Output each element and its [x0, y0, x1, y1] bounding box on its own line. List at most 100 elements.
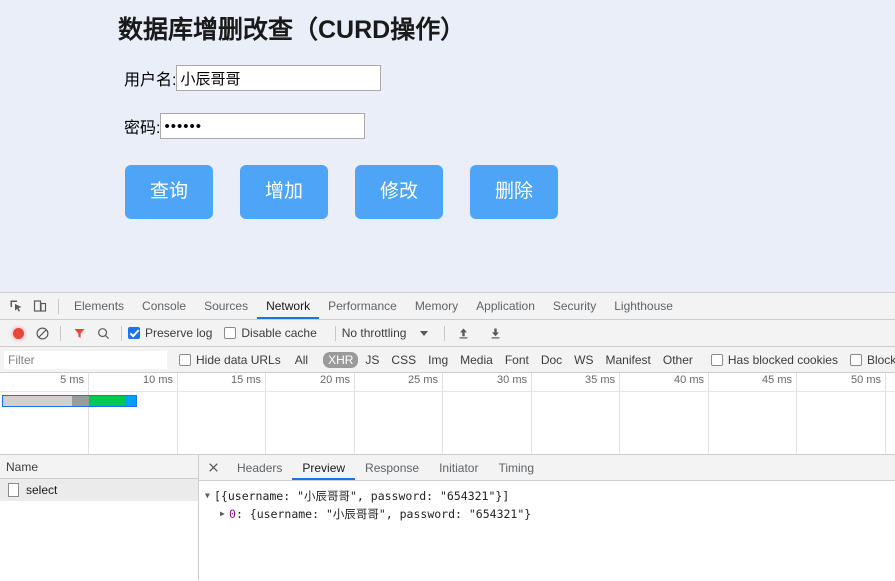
type-filter-xhr[interactable]: XHR [323, 351, 359, 368]
hide-data-urls-checkbox[interactable]: Hide data URLs [179, 353, 281, 367]
tab-network[interactable]: Network [257, 293, 320, 319]
password-label: 密码: [124, 120, 161, 137]
detail-tab-response[interactable]: Response [355, 455, 429, 480]
timeline-header-divider [0, 391, 895, 392]
tab-sources[interactable]: Sources [195, 293, 257, 319]
inspect-element-icon[interactable] [4, 294, 28, 318]
has-blocked-cookies-checkbox[interactable]: Has blocked cookies [710, 352, 838, 367]
devtools-tabbar: Elements Console Sources Network Perform… [0, 293, 895, 320]
tab-performance[interactable]: Performance [319, 293, 406, 319]
tab-console[interactable]: Console [133, 293, 195, 319]
tab-memory[interactable]: Memory [406, 293, 467, 319]
hide-data-urls-checkbox-box [179, 353, 191, 366]
preserve-log-checkbox-box [128, 327, 140, 339]
controls-divider-3 [334, 325, 336, 341]
tab-lighthouse[interactable]: Lighthouse [605, 293, 682, 319]
network-filter-bar: Hide data URLs All XHR JS CSS Img Media … [0, 347, 895, 373]
modify-button[interactable]: 修改 [355, 165, 443, 219]
timeline-tick-label: 30 ms [497, 374, 527, 386]
query-button[interactable]: 查询 [125, 165, 213, 219]
detail-tab-initiator[interactable]: Initiator [429, 455, 488, 480]
preview-line-root[interactable]: ▼ [{username: "小辰哥哥", password: "654321"… [205, 487, 895, 505]
type-filter-js[interactable]: JS [360, 352, 384, 368]
action-button-row: 查询 增加 修改 删除 [0, 165, 895, 219]
devtools-panel: Elements Console Sources Network Perform… [0, 292, 895, 581]
password-input[interactable] [160, 113, 366, 139]
request-list-header[interactable]: Name [0, 455, 198, 479]
preview-content: ▼ [{username: "小辰哥哥", password: "654321"… [199, 481, 895, 523]
toolbar-divider [58, 298, 59, 314]
hide-data-urls-label: Hide data URLs [196, 352, 281, 367]
controls-divider-4 [444, 325, 446, 341]
network-timeline-overview[interactable]: 5 ms 10 ms 15 ms 20 ms 25 ms 30 ms 35 ms… [0, 373, 895, 455]
add-button[interactable]: 增加 [240, 165, 328, 219]
type-filter-manifest[interactable]: Manifest [601, 352, 656, 368]
request-row-select[interactable]: select [0, 479, 198, 501]
type-filter-font[interactable]: Font [500, 352, 534, 368]
import-har-icon[interactable] [451, 321, 475, 345]
timeline-tick-label: 20 ms [320, 374, 350, 386]
type-filter-css[interactable]: CSS [386, 352, 421, 368]
detail-tabbar: Headers Preview Response Initiator Timin… [199, 455, 895, 481]
detail-tab-preview[interactable]: Preview [292, 455, 356, 480]
type-filter-all[interactable]: All [290, 352, 313, 368]
preserve-log-checkbox[interactable]: Preserve log [128, 326, 212, 340]
network-split-pane: Name select Headers Preview Response Ini… [0, 455, 895, 580]
has-blocked-cookies-checkbox-box [710, 353, 723, 366]
delete-button[interactable]: 删除 [470, 165, 558, 219]
detail-tab-headers[interactable]: Headers [227, 455, 292, 480]
username-label: 用户名: [124, 72, 177, 89]
timeline-tick-label: 15 ms [231, 374, 261, 386]
expand-triangle-icon[interactable]: ▶ [220, 505, 229, 523]
request-list-pane: Name select [0, 455, 199, 580]
search-icon[interactable] [91, 321, 115, 345]
blocked-requests-checkbox-box [849, 353, 862, 366]
tab-elements[interactable]: Elements [65, 293, 133, 319]
preserve-log-label: Preserve log [145, 326, 213, 340]
type-filter-doc[interactable]: Doc [536, 352, 567, 368]
waterfall-bar [2, 395, 137, 407]
detail-tab-timing[interactable]: Timing [488, 455, 544, 480]
preview-item-index: 0 [229, 507, 236, 521]
export-har-icon[interactable] [483, 321, 507, 345]
password-field-row: 密码: [0, 113, 895, 139]
username-field-row: 用户名: [0, 65, 895, 91]
timeline-grid: 5 ms 10 ms 15 ms 20 ms 25 ms 30 ms 35 ms… [0, 373, 895, 454]
timeline-tick-label: 45 ms [762, 374, 792, 386]
type-filter-ws[interactable]: WS [569, 352, 598, 368]
record-icon[interactable] [6, 321, 30, 345]
web-page-content: 数据库增删改查（CURD操作） 用户名: 密码: 查询 增加 修改 删除 [0, 0, 895, 292]
preview-line-text: [{username: "小辰哥哥", password: "654321"}] [214, 489, 510, 503]
filter-funnel-icon[interactable] [67, 321, 91, 345]
type-filter-media[interactable]: Media [455, 352, 498, 368]
tab-security[interactable]: Security [544, 293, 605, 319]
controls-divider-1 [60, 325, 61, 341]
timeline-tick-label: 40 ms [674, 374, 704, 386]
network-controls-bar: Preserve log Disable cache No throttling [0, 320, 895, 347]
disable-cache-checkbox-box [224, 327, 237, 339]
chevron-down-icon[interactable] [420, 330, 429, 336]
filter-input[interactable] [4, 350, 167, 369]
column-header-name: Name [6, 459, 39, 474]
timeline-tick-label: 25 ms [408, 374, 438, 386]
disable-cache-label: Disable cache [241, 326, 317, 340]
disable-cache-checkbox[interactable]: Disable cache [224, 326, 317, 340]
close-icon[interactable] [203, 458, 223, 478]
type-filter-other[interactable]: Other [658, 352, 698, 368]
clear-icon[interactable] [30, 321, 54, 345]
username-input[interactable] [176, 65, 382, 91]
throttling-select[interactable]: No throttling [342, 326, 407, 340]
tab-application[interactable]: Application [467, 293, 544, 319]
has-blocked-cookies-label: Has blocked cookies [727, 352, 838, 367]
blocked-requests-checkbox[interactable]: Blocked Reque [849, 353, 895, 367]
preview-line-text: : {username: "小辰哥哥", password: "654321"} [235, 507, 532, 521]
preview-line-item[interactable]: ▶ 0 : {username: "小辰哥哥", password: "6543… [205, 505, 895, 523]
timeline-tick-label: 50 ms [851, 374, 881, 386]
expand-triangle-icon[interactable]: ▼ [205, 487, 214, 505]
type-filter-img[interactable]: Img [423, 352, 453, 368]
page-title: 数据库增删改查（CURD操作） [118, 16, 466, 44]
device-toolbar-icon[interactable] [28, 294, 52, 318]
timeline-tick-label: 35 ms [585, 374, 615, 386]
timeline-tick-label: 10 ms [143, 374, 173, 386]
request-detail-pane: Headers Preview Response Initiator Timin… [199, 455, 895, 580]
